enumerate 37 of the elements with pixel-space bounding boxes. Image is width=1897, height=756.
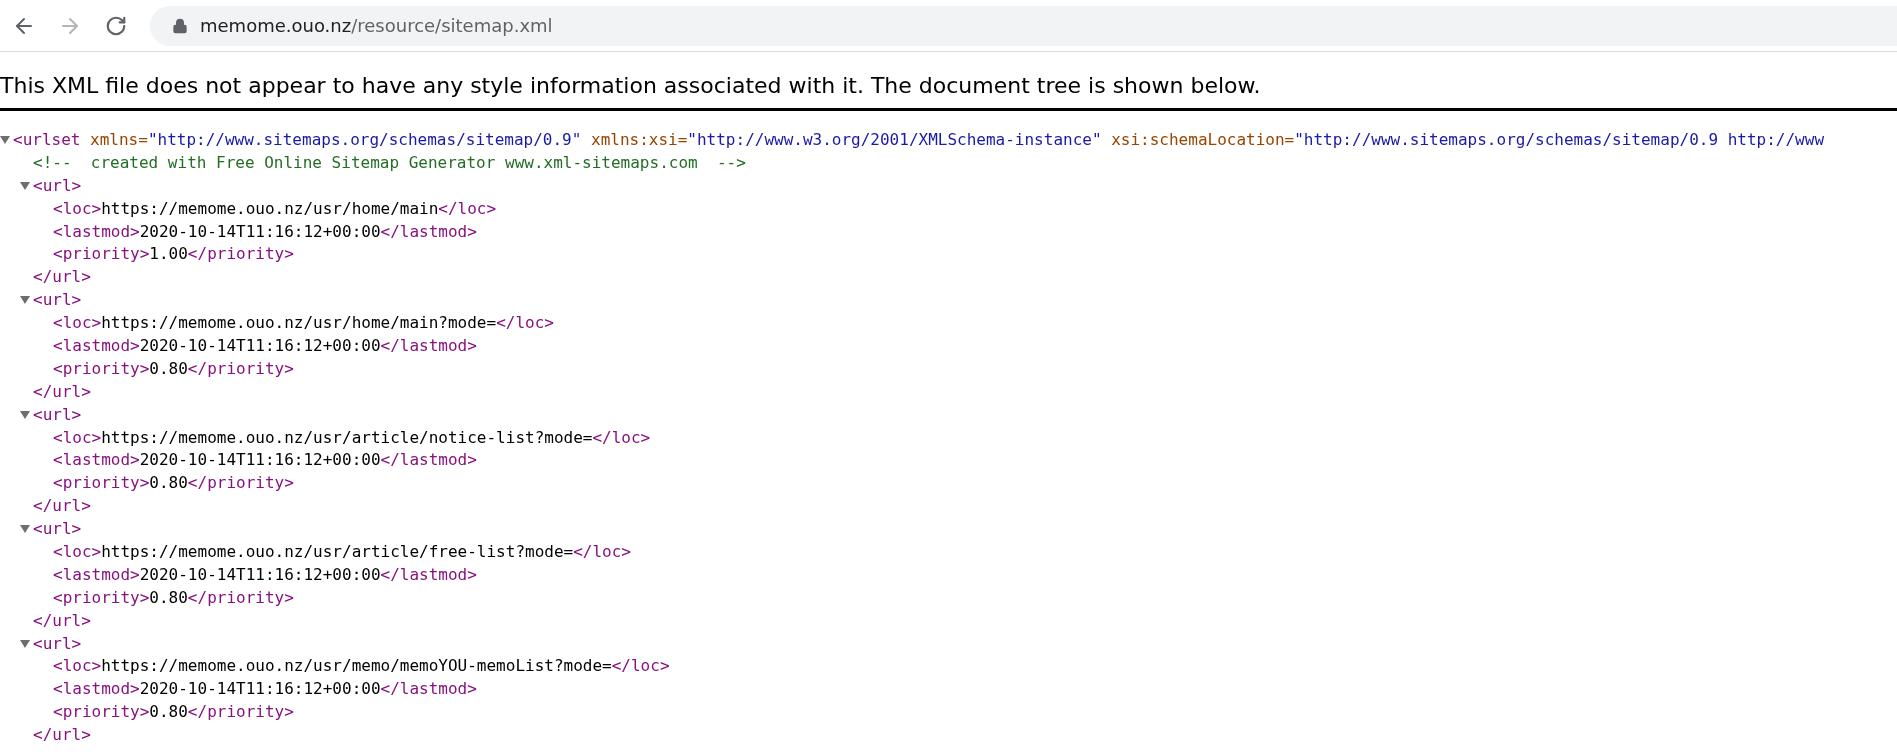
xml-line: <lastmod>2020-10-14T11:16:12+00:00</lastmod> [53,221,477,241]
xml-line: <lastmod>2020-10-14T11:16:12+00:00</lastmod> [53,450,477,470]
xml-line: <priority>0.80</priority> [53,473,294,493]
xml-line: <loc>https://memome.ouo.nz/usr/article/free-list?mode=</loc> [53,541,631,561]
address-bar[interactable]: memome.ouo.nz/resource/sitemap.xml [150,5,1897,46]
xml-line: <lastmod>2020-10-14T11:16:12+00:00</lastmod> [53,679,477,699]
xml-open-tag: <url> [33,290,82,310]
expand-toggle-icon[interactable] [0,134,10,144]
xml-line: <loc>https://memome.ouo.nz/usr/article/notice-list?mode=</loc> [53,427,651,447]
xml-line: <loc>https://memome.ouo.nz/usr/memo/memoYOU-memoList?mode=</loc> [53,656,670,676]
expand-toggle-icon[interactable] [20,180,30,190]
expand-toggle-icon[interactable] [20,409,30,419]
xml-close-tag: </url> [33,610,91,630]
xml-line: <lastmod>2020-10-14T11:16:12+00:00</lastmod> [53,564,477,584]
xml-open-tag: <url> [33,404,82,424]
xml-comment: <!-- created with Free Online Sitemap Generator www.xml-sitemaps.com --> [33,152,746,172]
xml-close-tag: </url> [33,267,91,287]
xml-line: <priority>0.80</priority> [53,358,294,378]
xml-close-tag: </url> [33,725,91,745]
xml-close-tag: </url> [33,496,91,516]
expand-toggle-icon[interactable] [20,295,30,305]
xml-close-tag: </url> [33,381,91,401]
xml-line: <priority>1.00</priority> [53,244,294,264]
xml-open-tag: <url> [33,175,82,195]
url-text: memome.ouo.nz/resource/sitemap.xml [200,15,553,36]
xml-line: <lastmod>2020-10-14T11:16:12+00:00</lastmod> [53,335,477,355]
xml-line: <loc>https://memome.ouo.nz/usr/home/main</loc> [53,198,497,218]
xml-line: <loc>https://memome.ouo.nz/usr/home/main?mode=</loc> [53,313,554,333]
expand-toggle-icon[interactable] [20,638,30,648]
xml-line: <priority>0.80</priority> [53,587,294,607]
xml-open-tag: <url> [33,633,82,653]
info-message: This XML file does not appear to have any style information associated with it. The document tree is shown below. [0,72,1262,100]
xml-line: <priority>0.80</priority> [53,702,294,722]
xml-open-tag: <url> [33,519,82,539]
xml-open-tag: <urlset xmlns="http://www.sitemaps.org/schemas/sitemap/0.9" xmlns:xsi="http://www.w3.org/2001/XMLSchema-instance" xsi:schemaLocation="http://www.sitemaps.org/schemas/sitemap/0.9 http://www [13,129,1824,149]
expand-toggle-icon[interactable] [20,524,30,534]
reload-icon [105,14,127,37]
